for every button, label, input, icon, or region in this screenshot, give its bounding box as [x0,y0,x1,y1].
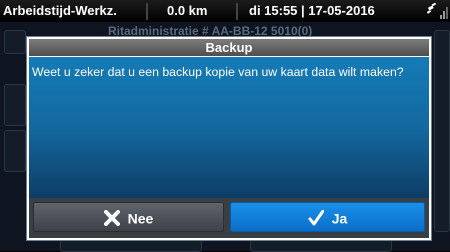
work-time-status[interactable]: Arbeidstijd-Werkz. [3,3,117,18]
dialog-title: Backup [29,39,429,56]
divider [146,3,148,20]
distance-readout: 0.0 km [167,3,208,18]
background-panel [434,30,450,232]
background-panel [4,84,26,126]
cross-icon [103,210,120,227]
no-button-label: Nee [127,210,154,227]
signal-bars-icon [440,7,448,19]
backup-dialog: Backup Weet u zeker dat u een backup kop… [26,36,432,241]
yes-button[interactable]: Ja [230,202,425,232]
status-bar: Arbeidstijd-Werkz. 0.0 km di 15:55 | 17-… [0,0,450,22]
yes-button-label: Ja [331,210,348,227]
no-button[interactable]: Nee [33,202,224,232]
date-time-readout: di 15:55 | 17-05-2016 [249,3,375,18]
divider [236,3,238,20]
background-panel [4,30,26,54]
checkmark-icon [308,209,325,226]
background-panel [4,130,26,172]
dialog-body: Weet u zeker dat u een backup kopie van … [29,57,429,198]
satellite-icon [426,2,438,18]
dialog-footer: Nee Ja [29,198,429,238]
dialog-message: Weet u zeker dat u een backup kopie van … [32,65,404,79]
